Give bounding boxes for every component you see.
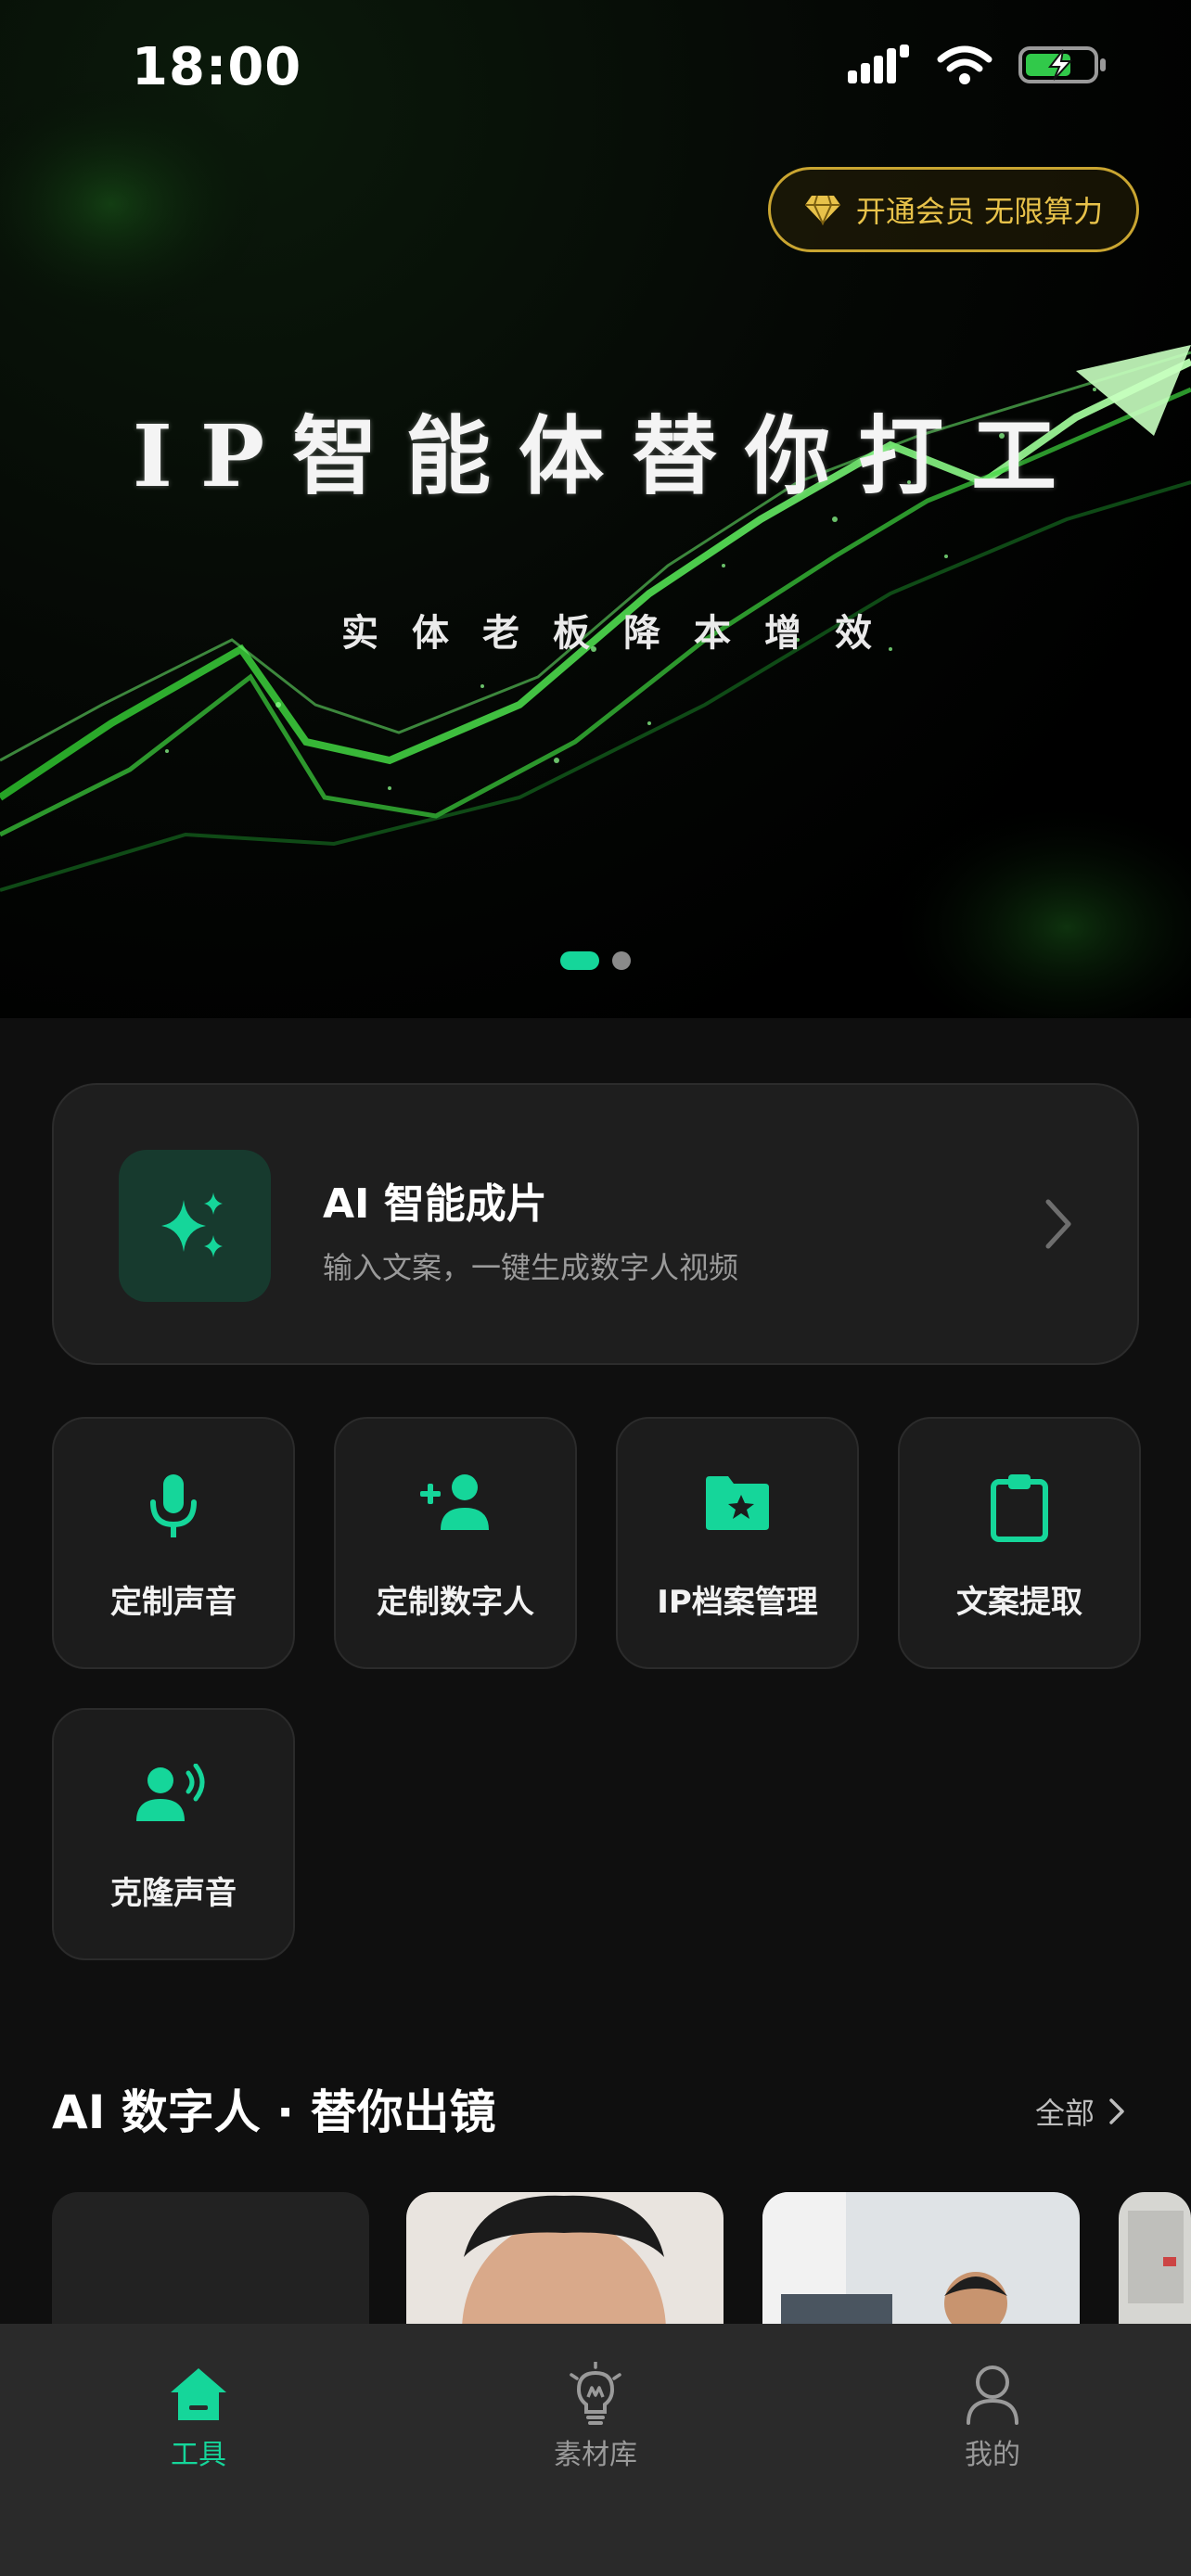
tab-label: 素材库 bbox=[554, 2439, 637, 2471]
sparkles-icon bbox=[161, 1192, 223, 1257]
microphone-icon bbox=[150, 1474, 197, 1537]
carousel-dot[interactable] bbox=[612, 951, 631, 970]
tool-label: 定制数字人 bbox=[377, 1584, 534, 1621]
tool-label: 文案提取 bbox=[956, 1584, 1082, 1621]
ai-smart-video-card[interactable]: AI 智能成片 输入文案，一键生成数字人视频 bbox=[52, 1083, 1139, 1365]
tab-label: 我的 bbox=[965, 2439, 1020, 2471]
status-icons bbox=[848, 45, 1108, 85]
signal-icon bbox=[848, 45, 909, 83]
tool-label: 克隆声音 bbox=[110, 1875, 237, 1912]
tool-label: 定制声音 bbox=[110, 1584, 237, 1621]
ai-card-title: AI 智能成片 bbox=[323, 1180, 547, 1228]
carousel-dot-active[interactable] bbox=[560, 951, 599, 970]
bottom-tab-bar: 工具 素材库 我的 bbox=[0, 2324, 1191, 2576]
tool-text-extract[interactable]: 文案提取 bbox=[898, 1417, 1141, 1669]
tool-label: IP档案管理 bbox=[657, 1584, 818, 1621]
person-icon bbox=[967, 2366, 1018, 2425]
tab-label: 工具 bbox=[171, 2439, 226, 2471]
vip-button-label: 开通会员 无限算力 bbox=[855, 194, 1104, 229]
tab-materials[interactable]: 素材库 bbox=[503, 2361, 688, 2472]
add-person-icon bbox=[420, 1474, 489, 1530]
view-all-label: 全部 bbox=[1034, 2096, 1095, 2131]
carousel-indicator[interactable] bbox=[0, 951, 1191, 970]
hero-banner[interactable]: 18:00 开通会员 无限算力 IP智能体替你打工 实体老板降本增效 bbox=[0, 0, 1191, 1018]
ai-icon-box bbox=[119, 1150, 271, 1302]
tool-clone-voice[interactable]: 克隆声音 bbox=[52, 1708, 295, 1960]
voice-person-icon bbox=[136, 1764, 205, 1821]
view-all-link[interactable]: 全部 bbox=[1035, 2090, 1124, 2133]
battery-charging-icon bbox=[1018, 46, 1106, 83]
diamond-icon bbox=[804, 195, 840, 225]
tool-custom-voice[interactable]: 定制声音 bbox=[52, 1417, 295, 1669]
vip-membership-button[interactable]: 开通会员 无限算力 bbox=[768, 167, 1139, 252]
chevron-right-icon bbox=[1045, 1199, 1071, 1249]
tab-profile[interactable]: 我的 bbox=[900, 2361, 1085, 2472]
status-time: 18:00 bbox=[132, 37, 302, 97]
star-folder-icon bbox=[706, 1476, 769, 1530]
tool-custom-avatar[interactable]: 定制数字人 bbox=[334, 1417, 577, 1669]
hero-title: IP智能体替你打工 bbox=[132, 406, 1085, 506]
hero-subtitle: 实体老板降本增效 bbox=[341, 611, 905, 655]
chevron-right-icon bbox=[1109, 2098, 1124, 2124]
lightbulb-icon bbox=[570, 2362, 621, 2425]
status-bar: 18:00 bbox=[0, 0, 1191, 139]
tool-ip-profile[interactable]: IP档案管理 bbox=[616, 1417, 859, 1669]
section-title: AI 数字人 · 替你出镜 bbox=[52, 2085, 496, 2139]
ai-card-description: 输入文案，一键生成数字人视频 bbox=[323, 1250, 739, 1285]
wifi-icon bbox=[937, 45, 992, 84]
clipboard-icon bbox=[991, 1474, 1048, 1542]
tab-tools[interactable]: 工具 bbox=[106, 2361, 291, 2472]
home-icon bbox=[171, 2368, 226, 2420]
